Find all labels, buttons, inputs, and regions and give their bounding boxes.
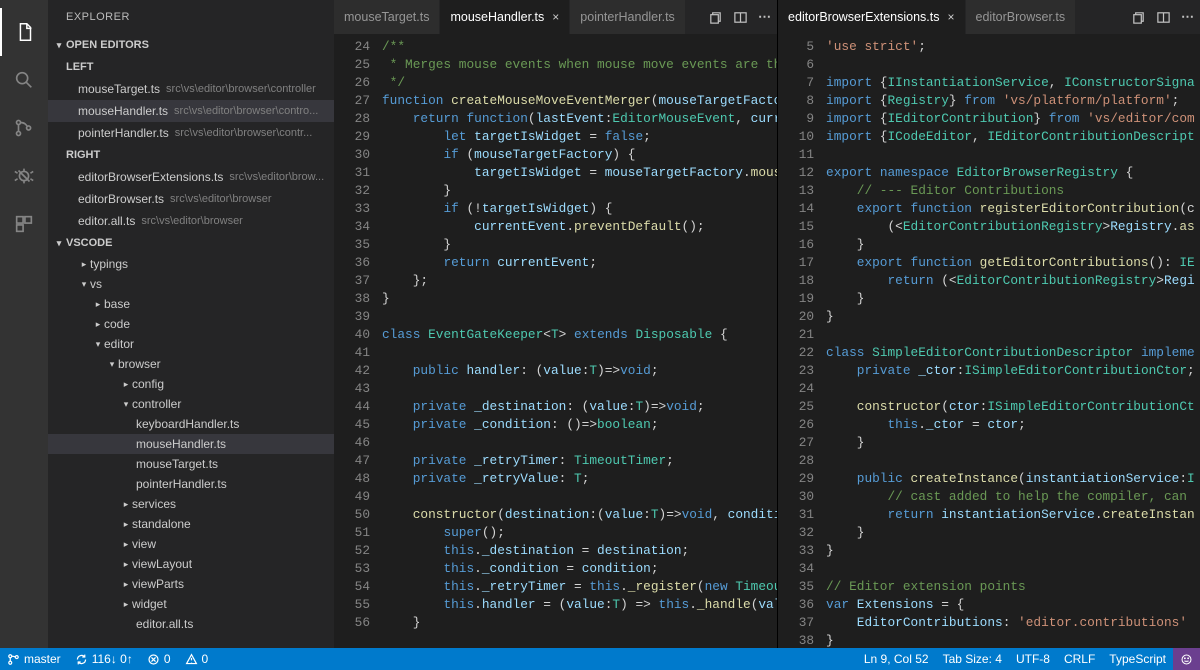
copy-icon[interactable]	[708, 10, 723, 25]
tree-folder[interactable]: ▸base	[48, 294, 334, 314]
split-icon[interactable]	[733, 10, 748, 25]
line-gutter: 2425262728293031323334353637383940414243…	[334, 34, 382, 648]
tree-file[interactable]: pointerHandler.ts	[48, 474, 334, 494]
tab-editorBrowser[interactable]: editorBrowser.ts	[966, 0, 1077, 34]
workbench: EXPLORER ▾OPEN EDITORS LEFT mouseTarget.…	[0, 0, 1200, 648]
tab-editorBrowserExtensions[interactable]: editorBrowserExtensions.ts×	[778, 0, 965, 34]
line-gutter: 5678910111213141516171819202122232425262…	[778, 34, 826, 648]
tab-mouseHandler[interactable]: mouseHandler.ts×	[440, 0, 570, 34]
tab-bar-right: editorBrowserExtensions.ts× editorBrowse…	[778, 0, 1200, 34]
close-icon[interactable]: ×	[948, 10, 955, 24]
tree-file[interactable]: editor.all.ts	[48, 614, 334, 634]
git-activity[interactable]	[0, 104, 48, 152]
tree-folder[interactable]: ▸widget	[48, 594, 334, 614]
bug-icon	[13, 165, 35, 187]
close-icon[interactable]: ×	[552, 10, 559, 24]
editor-group-right: editorBrowserExtensions.ts× editorBrowse…	[778, 0, 1200, 648]
code-content[interactable]: 'use strict';import {IInstantiationServi…	[826, 34, 1200, 648]
open-editor-item[interactable]: editor.all.tssrc\vs\editor\browser	[48, 210, 334, 232]
sync-icon	[75, 653, 88, 666]
tree-folder[interactable]: ▸typings	[48, 254, 334, 274]
tree-file[interactable]: mouseTarget.ts	[48, 454, 334, 474]
tree-folder[interactable]: ▸standalone	[48, 514, 334, 534]
error-icon	[147, 653, 160, 666]
editors-area: mouseTarget.ts mouseHandler.ts× pointerH…	[334, 0, 1200, 648]
tree-folder[interactable]: ▸code	[48, 314, 334, 334]
activity-bar	[0, 0, 48, 648]
status-sync[interactable]: 116↓ 0↑	[68, 648, 140, 670]
status-tabsize[interactable]: Tab Size: 4	[936, 648, 1009, 670]
tab-bar-left: mouseTarget.ts mouseHandler.ts× pointerH…	[334, 0, 777, 34]
status-errors[interactable]: 0	[140, 648, 178, 670]
tab-pointerHandler[interactable]: pointerHandler.ts	[570, 0, 686, 34]
debug-activity[interactable]	[0, 152, 48, 200]
extensions-icon	[13, 213, 35, 235]
tab-mouseTarget[interactable]: mouseTarget.ts	[334, 0, 440, 34]
tree-folder[interactable]: ▾browser	[48, 354, 334, 374]
tree-folder[interactable]: ▾vs	[48, 274, 334, 294]
tree-folder[interactable]: ▾controller	[48, 394, 334, 414]
tree-folder[interactable]: ▸services	[48, 494, 334, 514]
tree-file[interactable]: mouseHandler.ts	[48, 434, 334, 454]
vscode-workspace-header[interactable]: ▾VSCODE	[48, 232, 334, 254]
more-icon[interactable]: ⋯	[758, 9, 771, 25]
search-activity[interactable]	[0, 56, 48, 104]
status-language[interactable]: TypeScript	[1102, 648, 1173, 670]
status-lncol[interactable]: Ln 9, Col 52	[857, 648, 936, 670]
explorer-activity[interactable]	[0, 8, 48, 56]
status-encoding[interactable]: UTF-8	[1009, 648, 1057, 670]
status-branch[interactable]: master	[0, 648, 68, 670]
warning-icon	[185, 653, 198, 666]
more-icon[interactable]: ⋯	[1181, 9, 1194, 25]
tree-folder[interactable]: ▸view	[48, 534, 334, 554]
explorer-sidebar: EXPLORER ▾OPEN EDITORS LEFT mouseTarget.…	[48, 0, 334, 648]
split-icon[interactable]	[1156, 10, 1171, 25]
tree-folder[interactable]: ▸viewParts	[48, 574, 334, 594]
search-icon	[13, 69, 35, 91]
editor-group-left: mouseTarget.ts mouseHandler.ts× pointerH…	[334, 0, 778, 648]
tree-folder[interactable]: ▸viewLayout	[48, 554, 334, 574]
smile-icon	[1180, 653, 1193, 666]
open-editors-header[interactable]: ▾OPEN EDITORS	[48, 34, 334, 56]
tab-actions-right: ⋯	[1131, 0, 1200, 34]
extensions-activity[interactable]	[0, 200, 48, 248]
open-editor-item[interactable]: editorBrowser.tssrc\vs\editor\browser	[48, 188, 334, 210]
status-feedback[interactable]	[1173, 648, 1200, 670]
code-area-left[interactable]: 2425262728293031323334353637383940414243…	[334, 34, 777, 648]
tree-folder[interactable]: ▾editor	[48, 334, 334, 354]
code-content[interactable]: /** * Merges mouse events when mouse mov…	[382, 34, 777, 648]
copy-icon[interactable]	[1131, 10, 1146, 25]
open-editor-item[interactable]: editorBrowserExtensions.tssrc\vs\editor\…	[48, 166, 334, 188]
open-editor-item[interactable]: mouseHandler.tssrc\vs\editor\browser\con…	[48, 100, 334, 122]
code-area-right[interactable]: 5678910111213141516171819202122232425262…	[778, 34, 1200, 648]
sidebar-title: EXPLORER	[48, 0, 334, 34]
branch-icon	[7, 653, 20, 666]
status-bar: master 116↓ 0↑ 0 0 Ln 9, Col 52 Tab Size…	[0, 648, 1200, 670]
tree-folder[interactable]: ▸config	[48, 374, 334, 394]
status-eol[interactable]: CRLF	[1057, 648, 1102, 670]
open-editors-group-right[interactable]: RIGHT	[48, 144, 334, 166]
status-warnings[interactable]: 0	[178, 648, 216, 670]
git-icon	[13, 117, 35, 139]
files-icon	[14, 21, 36, 43]
open-editors-group-left[interactable]: LEFT	[48, 56, 334, 78]
open-editor-item[interactable]: mouseTarget.tssrc\vs\editor\browser\cont…	[48, 78, 334, 100]
open-editor-item[interactable]: pointerHandler.tssrc\vs\editor\browser\c…	[48, 122, 334, 144]
tree-file[interactable]: keyboardHandler.ts	[48, 414, 334, 434]
tab-actions-left: ⋯	[708, 0, 777, 34]
file-tree: ▸typings ▾vs ▸base ▸code ▾editor ▾browse…	[48, 254, 334, 648]
